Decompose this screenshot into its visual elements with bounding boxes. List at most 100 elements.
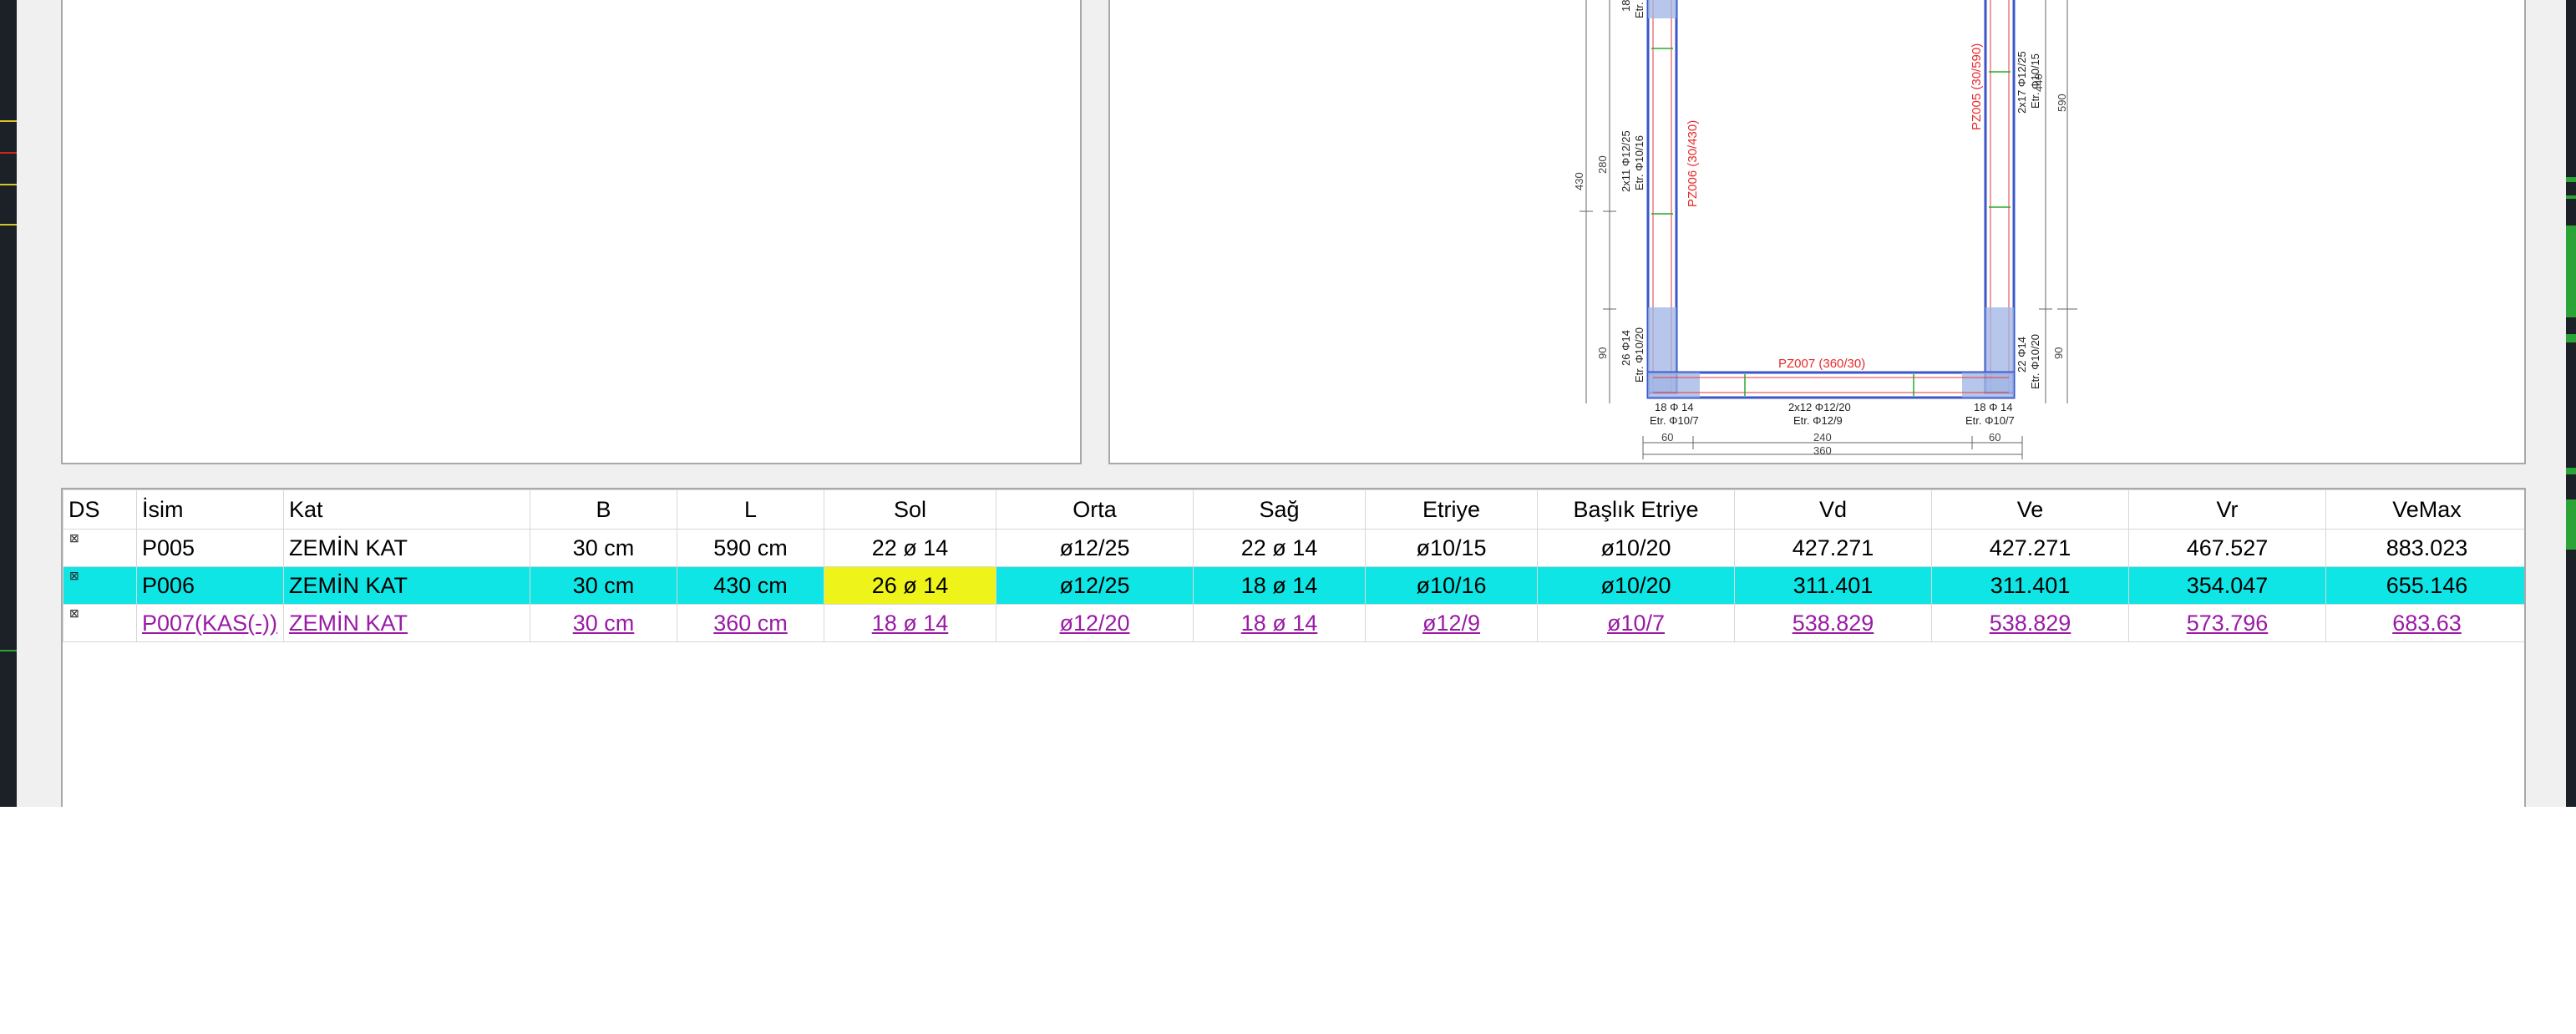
column-header-ve[interactable]: Ve	[1931, 489, 2129, 530]
cell-l[interactable]: 360 cm	[677, 604, 824, 642]
cell-b-link[interactable]: 30 cm	[573, 611, 635, 636]
cell-b[interactable]: 30 cm	[530, 604, 677, 642]
table-row-link[interactable]: ⊠ P007(KAS(-)) ZEMİN KAT 30 cm 360 cm 18…	[63, 604, 2524, 642]
label-pz007: PZ007 (360/30)	[1778, 357, 1865, 371]
ds-cell[interactable]: ⊠	[63, 529, 137, 567]
cell-vr[interactable]: 354.047	[2128, 566, 2326, 605]
cell-kat-link[interactable]: ZEMİN KAT	[289, 611, 408, 636]
cell-orta[interactable]: ø12/25	[996, 566, 1194, 605]
ds-cell[interactable]: ⊠	[63, 566, 137, 605]
bottom-mid-bars: 2x12 Φ12/20	[1788, 401, 1851, 413]
left-low-etr: Etr. Φ10/20	[1633, 327, 1645, 383]
label-pz005: PZ005 (30/590)	[1970, 43, 1984, 130]
cell-sol-link[interactable]: 18 ø 14	[872, 611, 949, 636]
column-header-etriye[interactable]: Etriye	[1365, 489, 1538, 530]
cell-etriye[interactable]: ø10/15	[1365, 529, 1538, 567]
cell-sag[interactable]: 18 ø 14	[1193, 604, 1366, 642]
cell-vr[interactable]: 573.796	[2128, 604, 2326, 642]
column-header-vd[interactable]: Vd	[1734, 489, 1932, 530]
cell-baslik-etriye[interactable]: ø10/20	[1537, 529, 1735, 567]
column-header-kat[interactable]: Kat	[283, 489, 530, 530]
cell-etriye[interactable]: ø10/16	[1365, 566, 1538, 605]
cell-l[interactable]: 590 cm	[677, 529, 824, 567]
cell-l[interactable]: 430 cm	[677, 566, 824, 605]
column-header-sol[interactable]: Sol	[824, 489, 996, 530]
cell-isim-link[interactable]: P007(KAS(-))	[142, 611, 277, 636]
cell-vemax[interactable]: 883.023	[2325, 529, 2524, 567]
dim-60-left: 60	[1661, 431, 1673, 444]
cell-ve[interactable]: 311.401	[1931, 566, 2129, 605]
cell-orta[interactable]: ø12/25	[996, 529, 1194, 567]
cell-baslik-etriye-link[interactable]: ø10/7	[1607, 611, 1665, 636]
cell-vemax-link[interactable]: 683.63	[2392, 611, 2462, 636]
ds-checkbox-icon[interactable]: ⊠	[69, 532, 79, 544]
ds-checkbox-icon[interactable]: ⊠	[69, 607, 79, 619]
bottom-right-etr: Etr. Φ10/7	[1965, 414, 2015, 427]
cell-sol-focused[interactable]: 26 ø 14	[824, 566, 996, 605]
cad-line-marker	[0, 184, 17, 185]
dim-440: 440	[2032, 73, 2045, 92]
left-mid-bars: 2x11 Φ12/25	[1620, 130, 1632, 192]
cell-sag[interactable]: 18 ø 14	[1193, 566, 1366, 605]
wall-pz006	[1646, 0, 1678, 394]
cad-viewport-right-strip	[2566, 0, 2576, 807]
cell-isim[interactable]: P006	[136, 566, 284, 605]
beam-table: DS İsim Kat B L Sol Orta Sağ Etriye Başl…	[63, 489, 2524, 642]
left-mid-etr: Etr. Φ10/16	[1633, 135, 1645, 190]
column-header-l[interactable]: L	[677, 489, 824, 530]
dim-590: 590	[2056, 94, 2068, 112]
right-top-bars: 2x17 Φ12/25	[2016, 51, 2028, 114]
cell-baslik-etriye[interactable]: ø10/7	[1537, 604, 1735, 642]
cell-vd[interactable]: 311.401	[1734, 566, 1932, 605]
column-header-isim[interactable]: İsim	[136, 489, 284, 530]
cell-vemax[interactable]: 683.63	[2325, 604, 2524, 642]
cell-orta-link[interactable]: ø12/20	[1059, 611, 1129, 636]
cell-l-link[interactable]: 360 cm	[713, 611, 788, 636]
right-low-etr: Etr. Φ10/20	[2029, 334, 2041, 389]
table-row-selected[interactable]: ⊠ P006 ZEMİN KAT 30 cm 430 cm 26 ø 14 ø1…	[63, 566, 2524, 605]
cell-b[interactable]: 30 cm	[530, 529, 677, 567]
column-header-b[interactable]: B	[530, 489, 677, 530]
cell-sag[interactable]: 22 ø 14	[1193, 529, 1366, 567]
cell-vd-link[interactable]: 538.829	[1793, 611, 1874, 636]
cell-baslik-etriye[interactable]: ø10/20	[1537, 566, 1735, 605]
cad-line-marker	[2566, 499, 2576, 550]
bottom-left-bars: 18 Φ 14	[1655, 401, 1694, 413]
cell-sol[interactable]: 18 ø 14	[824, 604, 996, 642]
column-header-vr[interactable]: Vr	[2128, 489, 2326, 530]
cell-vd[interactable]: 538.829	[1734, 604, 1932, 642]
cell-sag-link[interactable]: 18 ø 14	[1241, 611, 1318, 636]
cell-kat[interactable]: ZEMİN KAT	[283, 566, 530, 605]
cell-etriye[interactable]: ø12/9	[1365, 604, 1538, 642]
preview-panel-left	[61, 0, 1082, 464]
column-header-sag[interactable]: Sağ	[1193, 489, 1366, 530]
cell-kat[interactable]: ZEMİN KAT	[283, 604, 530, 642]
dim-240: 240	[1813, 431, 1832, 444]
cell-kat[interactable]: ZEMİN KAT	[283, 529, 530, 567]
cell-vr-link[interactable]: 573.796	[2187, 611, 2269, 636]
cad-line-marker	[0, 152, 17, 154]
shear-wall-drawing[interactable]: PZ006 (30/430) PZ005 (30/590) PZ007 (360…	[1110, 0, 2524, 463]
cell-sol[interactable]: 22 ø 14	[824, 529, 996, 567]
wall-pz007	[1646, 371, 2016, 399]
cell-ve[interactable]: 427.271	[1931, 529, 2129, 567]
cell-ve-link[interactable]: 538.829	[1990, 611, 2071, 636]
column-header-orta[interactable]: Orta	[996, 489, 1194, 530]
cell-vd[interactable]: 427.271	[1734, 529, 1932, 567]
cell-isim[interactable]: P005	[136, 529, 284, 567]
ds-checkbox-icon[interactable]: ⊠	[69, 570, 79, 581]
cell-isim[interactable]: P007(KAS(-))	[136, 604, 284, 642]
cell-etriye-link[interactable]: ø12/9	[1422, 611, 1480, 636]
cell-ve[interactable]: 538.829	[1931, 604, 2129, 642]
cell-orta[interactable]: ø12/20	[996, 604, 1194, 642]
ds-cell[interactable]: ⊠	[63, 604, 137, 642]
cell-b[interactable]: 30 cm	[530, 566, 677, 605]
cell-vr[interactable]: 467.527	[2128, 529, 2326, 567]
table-row[interactable]: ⊠ P005 ZEMİN KAT 30 cm 590 cm 22 ø 14 ø1…	[63, 529, 2524, 567]
column-header-vemax[interactable]: VeMax	[2325, 489, 2524, 530]
cell-vemax[interactable]: 655.146	[2325, 566, 2524, 605]
wall-pz005	[1984, 0, 2016, 394]
cad-line-marker	[0, 224, 17, 226]
column-header-ds[interactable]: DS	[63, 489, 137, 530]
column-header-baslik-etriye[interactable]: Başlık Etriye	[1537, 489, 1735, 530]
